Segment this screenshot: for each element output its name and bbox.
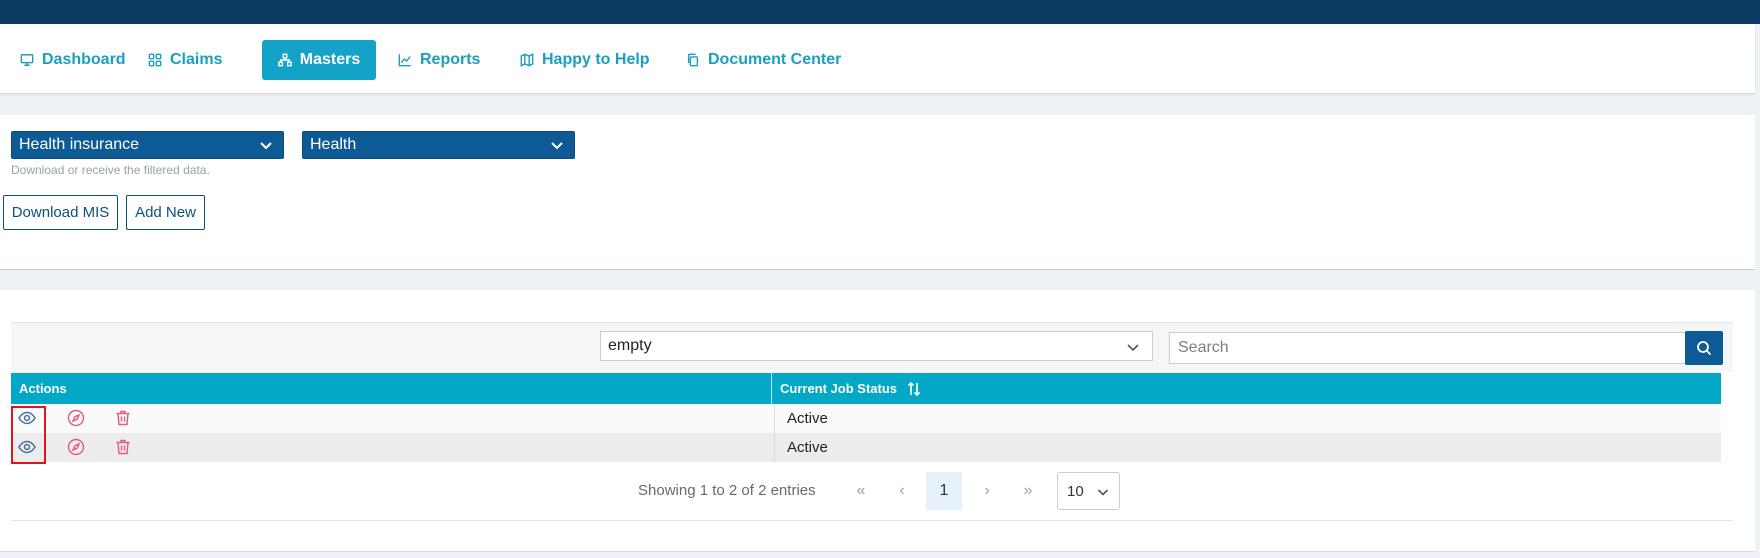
- nav-reports-label: Reports: [420, 51, 481, 68]
- nav-claims-label: Claims: [170, 51, 223, 68]
- sitemap-icon: [277, 53, 292, 67]
- actions-cell: [11, 433, 771, 462]
- nav-happy-to-help-label: Happy to Help: [542, 51, 650, 68]
- chevron-down-icon: [1097, 489, 1109, 496]
- trash-icon[interactable]: [114, 409, 132, 427]
- next-page-button[interactable]: ›: [969, 472, 1005, 510]
- status-filter-dropdown[interactable]: empty: [600, 331, 1153, 361]
- insurance-type-select[interactable]: Health insurance: [11, 131, 284, 159]
- insurance-type-value: Health insurance: [19, 136, 140, 153]
- nav-reports[interactable]: Reports: [390, 40, 488, 80]
- table-header: Actions Current Job Status: [11, 373, 1721, 404]
- chevron-down-icon: [1127, 344, 1139, 352]
- top-header-bar: [0, 0, 1760, 24]
- trash-icon[interactable]: [114, 438, 132, 456]
- grid-icon: [148, 53, 162, 67]
- table-bottom-border: [11, 520, 1733, 521]
- download-mis-button[interactable]: Download MIS: [3, 195, 118, 230]
- first-page-button[interactable]: «: [843, 472, 879, 510]
- add-new-button[interactable]: Add New: [126, 195, 205, 230]
- table-row: Active: [11, 404, 1721, 433]
- sort-icon[interactable]: [907, 381, 921, 397]
- last-page-button[interactable]: »: [1010, 472, 1046, 510]
- page-size-value: 10: [1067, 482, 1084, 500]
- nav-happy-to-help[interactable]: Happy to Help: [512, 40, 658, 80]
- nav-dashboard-label: Dashboard: [42, 51, 126, 68]
- highlight-box: [11, 406, 46, 464]
- status-cell: Active: [774, 404, 1721, 433]
- nav-masters-label: Masters: [299, 51, 361, 68]
- filter-hint-text: Download or receive the filtered data.: [11, 163, 210, 177]
- pagination-summary: Showing 1 to 2 of 2 entries: [638, 482, 816, 499]
- search-input[interactable]: [1169, 332, 1686, 364]
- insurance-subtype-value: Health: [310, 136, 357, 153]
- chart-line-icon: [398, 54, 411, 67]
- column-divider: [771, 373, 772, 404]
- actions-cell: [11, 404, 771, 433]
- chevron-down-icon: [260, 142, 272, 150]
- table-row: Active: [11, 433, 1721, 462]
- map-icon: [520, 53, 534, 67]
- nav-document-center-label: Document Center: [708, 51, 842, 68]
- column-header-actions: Actions: [19, 381, 67, 396]
- chevron-down-icon: [551, 142, 563, 150]
- search-icon: [1697, 341, 1712, 356]
- insurance-subtype-select[interactable]: Health: [302, 131, 575, 159]
- compass-icon[interactable]: [67, 409, 85, 427]
- search-button[interactable]: [1685, 331, 1723, 365]
- status-filter-value: empty: [608, 337, 652, 354]
- nav-claims[interactable]: Claims: [140, 40, 230, 80]
- page-1-button[interactable]: 1: [926, 472, 962, 510]
- nav-document-center[interactable]: Document Center: [678, 40, 849, 80]
- compass-icon[interactable]: [67, 438, 85, 456]
- nav-masters[interactable]: Masters: [262, 40, 376, 80]
- column-header-status-label: Current Job Status: [780, 381, 898, 396]
- monitor-icon: [20, 54, 34, 66]
- page-size-select[interactable]: 10: [1057, 472, 1120, 510]
- nav-dashboard[interactable]: Dashboard: [12, 40, 134, 80]
- status-cell: Active: [774, 433, 1721, 462]
- copy-icon: [687, 53, 699, 67]
- prev-page-button[interactable]: ‹: [884, 472, 920, 510]
- column-header-status[interactable]: Current Job Status: [780, 373, 921, 404]
- main-nav: Dashboard Claims Masters Reports Happy t…: [0, 24, 1755, 94]
